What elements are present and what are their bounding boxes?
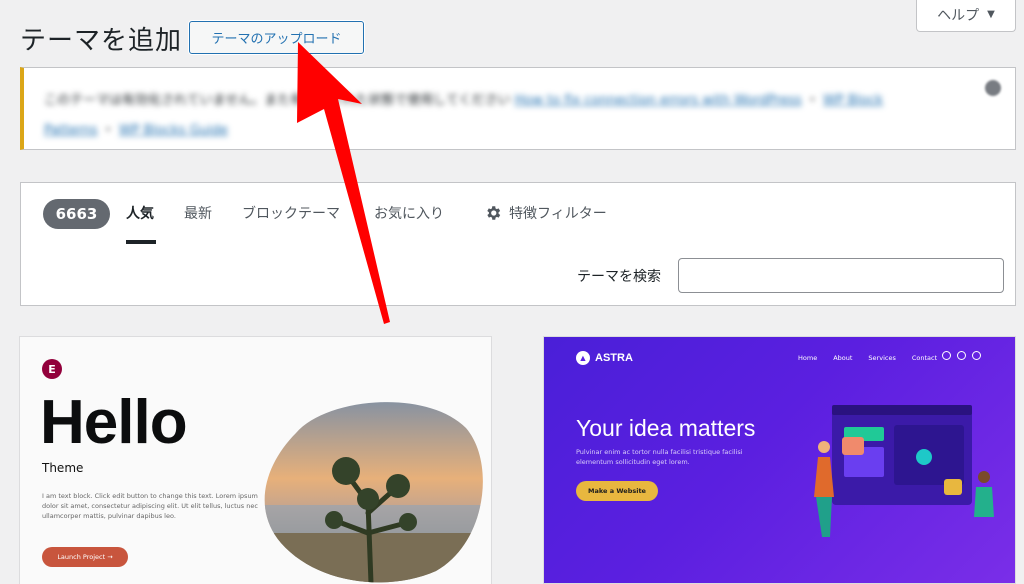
theme-count-badge: 6663 bbox=[43, 199, 110, 229]
facebook-icon bbox=[957, 351, 966, 360]
astra-brand: ASTRA bbox=[595, 352, 633, 364]
astra-mark-icon: ▲ bbox=[576, 351, 590, 365]
tab-popular[interactable]: 人気 bbox=[126, 203, 154, 223]
astra-button: Make a Website bbox=[576, 481, 658, 501]
astra-illustration bbox=[814, 405, 994, 537]
notice-link-1[interactable]: How to fix connection errors with WordPr… bbox=[515, 93, 802, 108]
astra-text: Pulvinar enim ac tortor nulla facilisi t… bbox=[576, 448, 743, 466]
social-icons bbox=[942, 351, 981, 360]
theme-card-astra[interactable]: ▲ ASTRA Home About Services Contact Your… bbox=[543, 336, 1016, 584]
astra-logo: ▲ ASTRA bbox=[576, 351, 633, 365]
admin-notice: このテーマは有効化されていません。また有効化された状態で使用してください How… bbox=[20, 67, 1016, 150]
search-label: テーマを検索 bbox=[577, 269, 661, 285]
elementor-logo-icon: E bbox=[42, 359, 62, 379]
feature-filter-button[interactable]: 特徴フィルター bbox=[509, 203, 607, 223]
theme-preview-button: Launch Project → bbox=[42, 547, 128, 567]
caret-down-icon: ▼ bbox=[987, 9, 995, 20]
astra-nav-item: About bbox=[833, 354, 853, 362]
theme-card-hello[interactable]: E Hello Theme I am text block. Click edi… bbox=[19, 336, 492, 584]
instagram-icon bbox=[942, 351, 951, 360]
theme-preview-body: I am text block. Click edit button to ch… bbox=[42, 492, 258, 520]
upload-theme-button[interactable]: テーマのアップロード bbox=[189, 21, 364, 54]
astra-nav-item: Contact bbox=[911, 354, 938, 362]
active-tab-indicator bbox=[126, 240, 156, 244]
astra-headline: Your idea matters bbox=[576, 415, 756, 441]
tab-favorites[interactable]: お気に入り bbox=[374, 203, 444, 223]
tab-block-themes[interactable]: ブロックテーマ bbox=[242, 203, 340, 223]
theme-preview-subtitle: Theme bbox=[42, 461, 84, 475]
astra-nav-item: Services bbox=[868, 354, 896, 362]
help-tab-label: ヘルプ bbox=[937, 7, 980, 24]
twitter-icon bbox=[972, 351, 981, 360]
notice-link-3[interactable]: WP Blocks Guide bbox=[119, 123, 228, 138]
dismiss-icon[interactable] bbox=[985, 80, 1001, 96]
cactus-photo bbox=[264, 402, 483, 583]
notice-message: このテーマは有効化されていません。また有効化された状態で使用してください bbox=[44, 93, 511, 108]
astra-nav-item: Home bbox=[798, 354, 818, 362]
notice-text: このテーマは有効化されていません。また有効化された状態で使用してください How… bbox=[44, 93, 884, 138]
theme-preview-title: Hello bbox=[40, 388, 188, 457]
gear-icon[interactable] bbox=[484, 204, 502, 222]
theme-filter-bar: 6663 人気 最新 ブロックテーマ お気に入り 特徴フィルター テーマを検索 bbox=[20, 182, 1016, 306]
astra-nav: Home About Services Contact bbox=[798, 354, 937, 362]
tab-latest[interactable]: 最新 bbox=[184, 203, 212, 223]
theme-search-input[interactable] bbox=[678, 258, 1004, 293]
help-tab[interactable]: ヘルプ ▼ bbox=[916, 0, 1016, 32]
page-title: テーマを追加 bbox=[20, 26, 183, 56]
